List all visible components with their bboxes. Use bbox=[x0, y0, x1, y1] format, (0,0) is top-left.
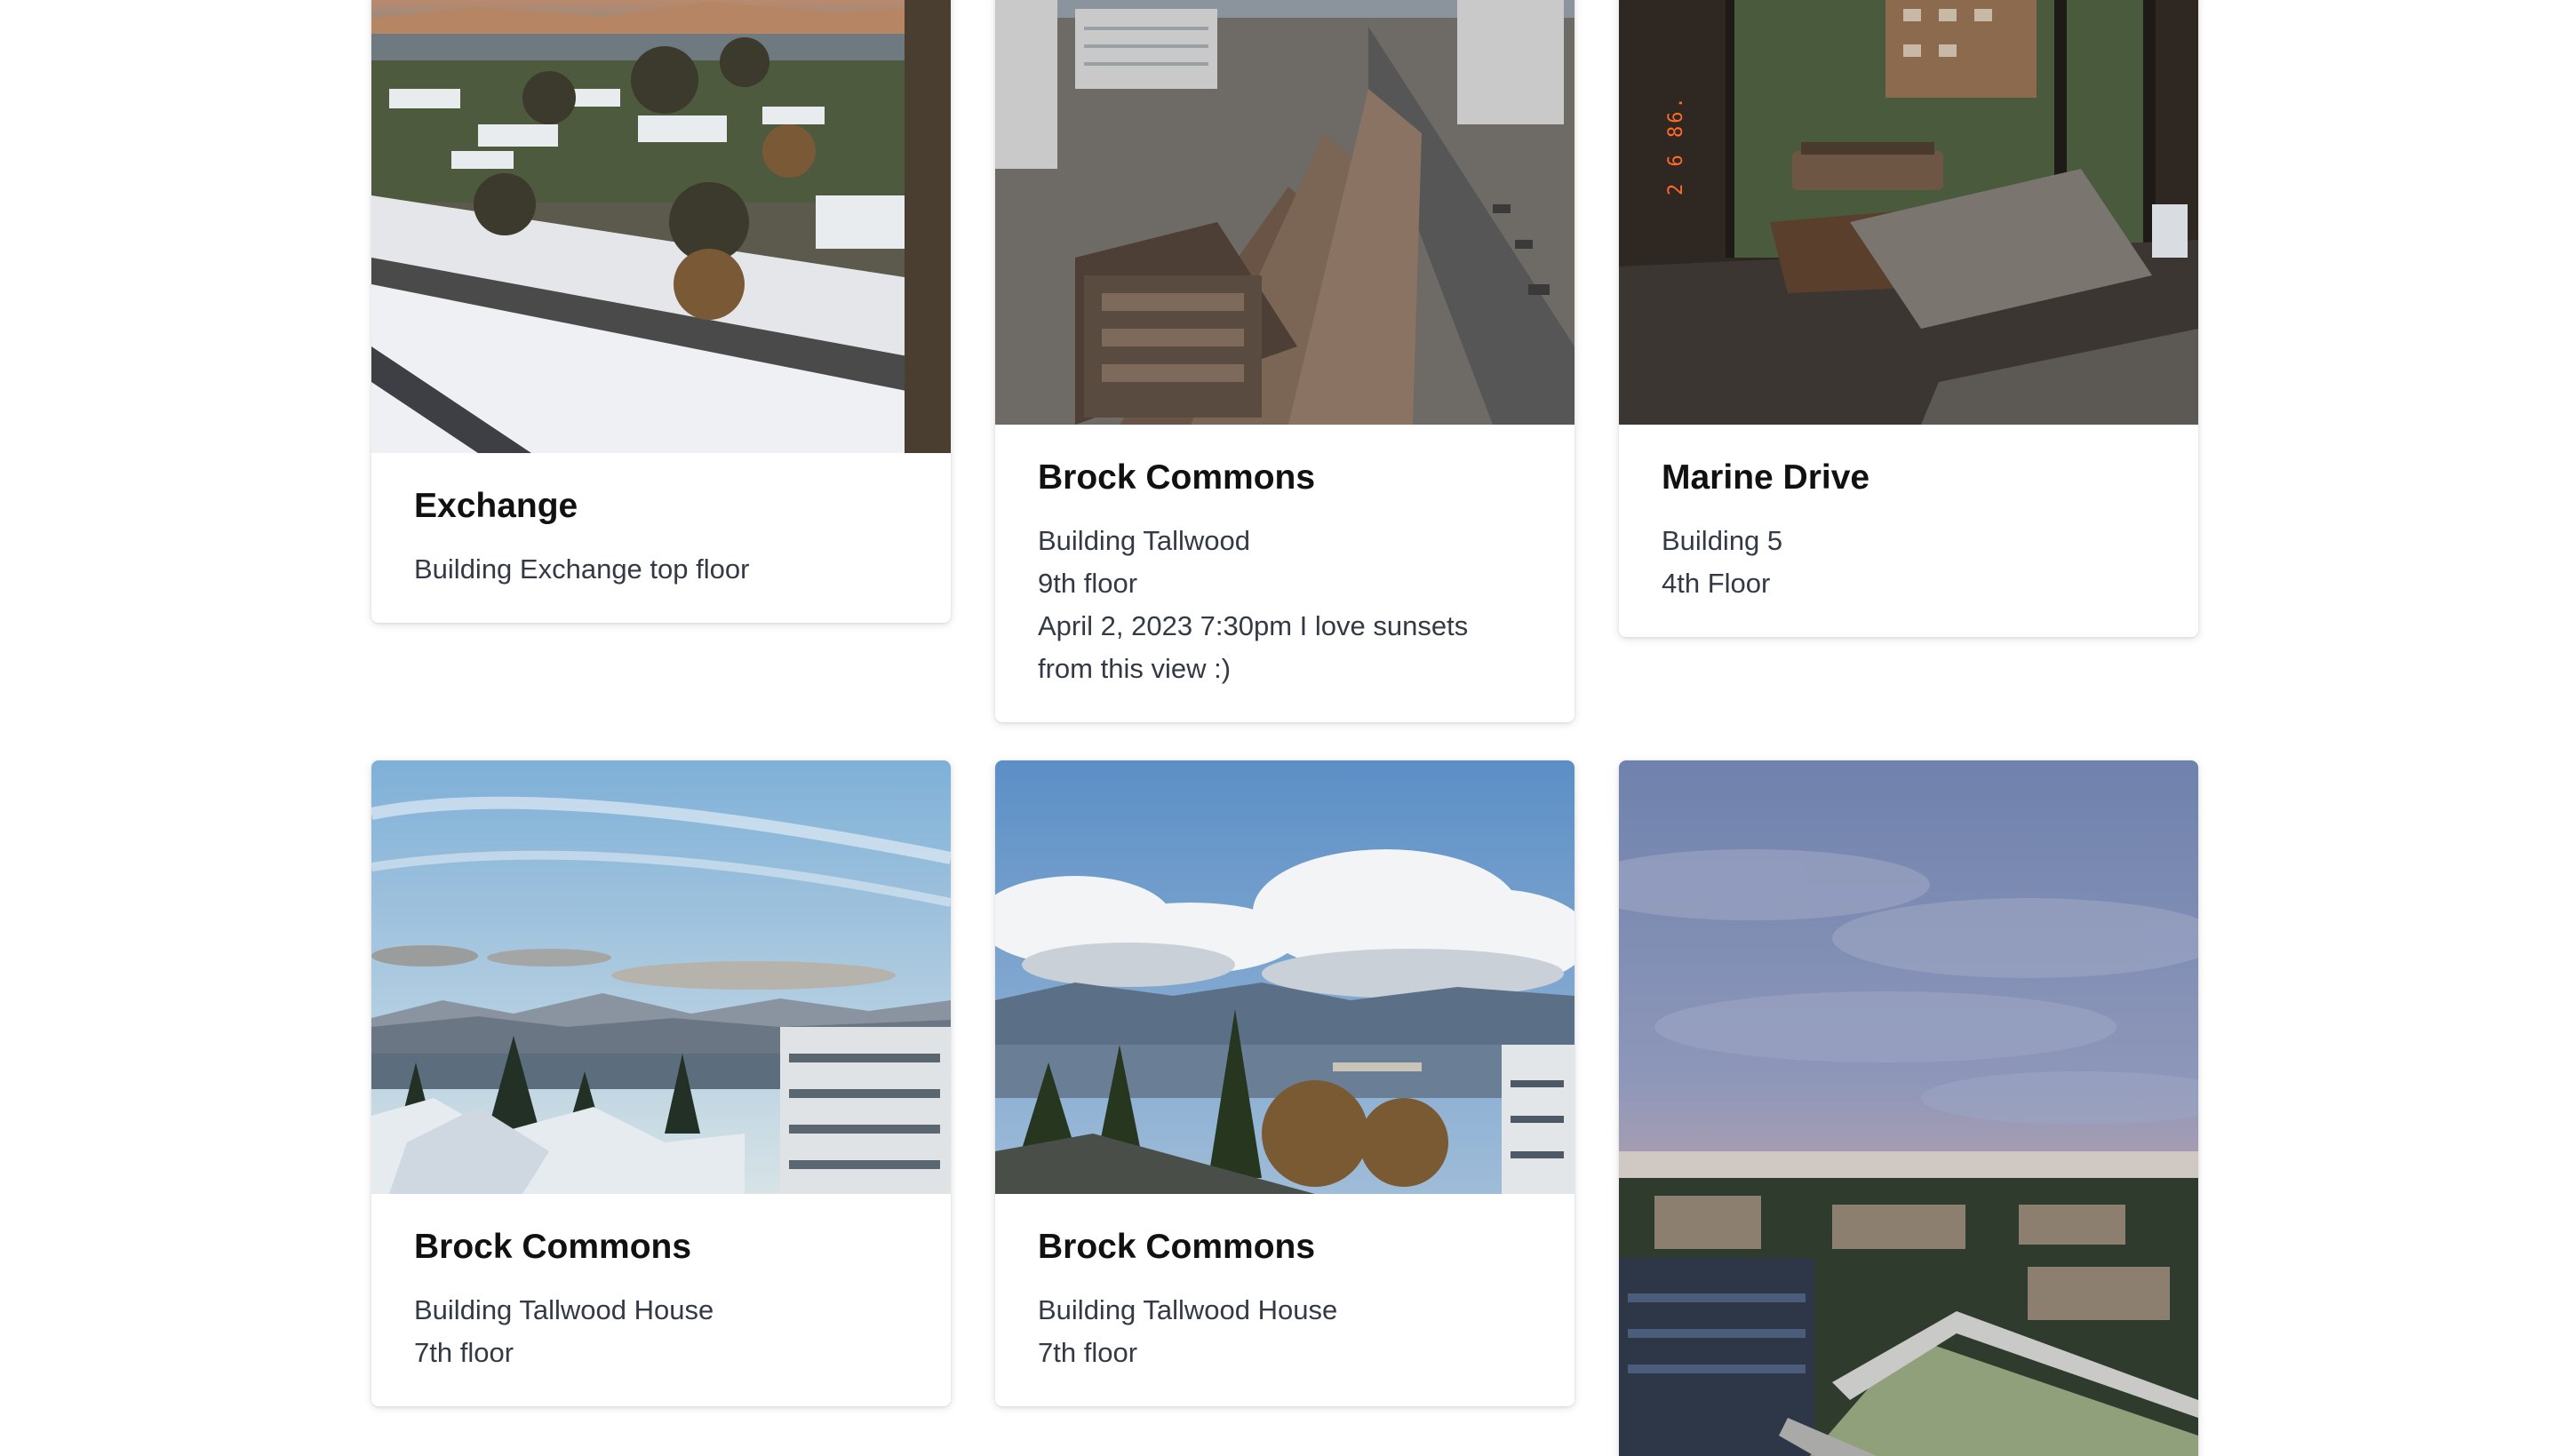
card-detail-line: 7th floor bbox=[1038, 1336, 1138, 1368]
listing-grid: Exchange Building Exchange top floor Bro… bbox=[0, 0, 2559, 1456]
card-detail-line: 9th floor bbox=[1038, 567, 1138, 599]
card-title: Marine Drive bbox=[1662, 458, 1870, 497]
clouds-mountains-view-photo[interactable] bbox=[995, 760, 1574, 1194]
card-body: Exchange Building Exchange top floor bbox=[371, 453, 951, 623]
card-title: Brock Commons bbox=[414, 1228, 692, 1266]
view-card[interactable]: Brock Commons Building Tallwood 9th floo… bbox=[995, 0, 1574, 722]
card-title: Exchange bbox=[414, 487, 578, 525]
card-body: Brock Commons Building Tallwood House 7t… bbox=[371, 1194, 951, 1406]
card-detail-line: 4th Floor bbox=[1662, 567, 1771, 599]
card-title: Brock Commons bbox=[1038, 458, 1316, 497]
view-card[interactable] bbox=[1619, 760, 2198, 1456]
card-detail-line: Building Tallwood House bbox=[414, 1293, 714, 1325]
card-body: Marine Drive Building 5 4th Floor bbox=[1619, 425, 2198, 637]
card-detail-line: Building Tallwood bbox=[1038, 524, 1250, 556]
window-tray-interior-photo[interactable]: 2 6 86. bbox=[1619, 0, 2198, 425]
view-card[interactable]: 2 6 86. Marine Drive Building 5 4th Floo… bbox=[1619, 0, 2198, 637]
rooftops-street-view-photo[interactable] bbox=[995, 0, 1574, 425]
card-detail-line: from this view :) bbox=[1038, 652, 1232, 684]
card-body: Brock Commons Building Tallwood House 7t… bbox=[995, 1194, 1574, 1406]
view-card[interactable]: Exchange Building Exchange top floor bbox=[371, 0, 951, 623]
snowy-neighborhood-view-photo[interactable] bbox=[371, 0, 951, 453]
view-card[interactable]: Brock Commons Building Tallwood House 7t… bbox=[371, 760, 951, 1406]
card-detail-line: Building Exchange top floor bbox=[414, 553, 750, 585]
card-body: Brock Commons Building Tallwood 9th floo… bbox=[995, 425, 1574, 722]
card-detail-line: April 2, 2023 7:30pm I love sunsets bbox=[1038, 609, 1469, 641]
view-card[interactable]: Brock Commons Building Tallwood House 7t… bbox=[995, 760, 1574, 1406]
card-detail-line: Building 5 bbox=[1662, 524, 1783, 556]
card-detail-line: Building Tallwood House bbox=[1038, 1293, 1338, 1325]
snowy-mountains-view-photo[interactable] bbox=[371, 760, 951, 1194]
photo-date-stamp: 2 6 86. bbox=[1665, 94, 1687, 195]
card-detail-line: 7th floor bbox=[414, 1336, 514, 1368]
card-title: Brock Commons bbox=[1038, 1228, 1316, 1266]
sunset-campus-view-photo[interactable] bbox=[1619, 760, 2198, 1456]
